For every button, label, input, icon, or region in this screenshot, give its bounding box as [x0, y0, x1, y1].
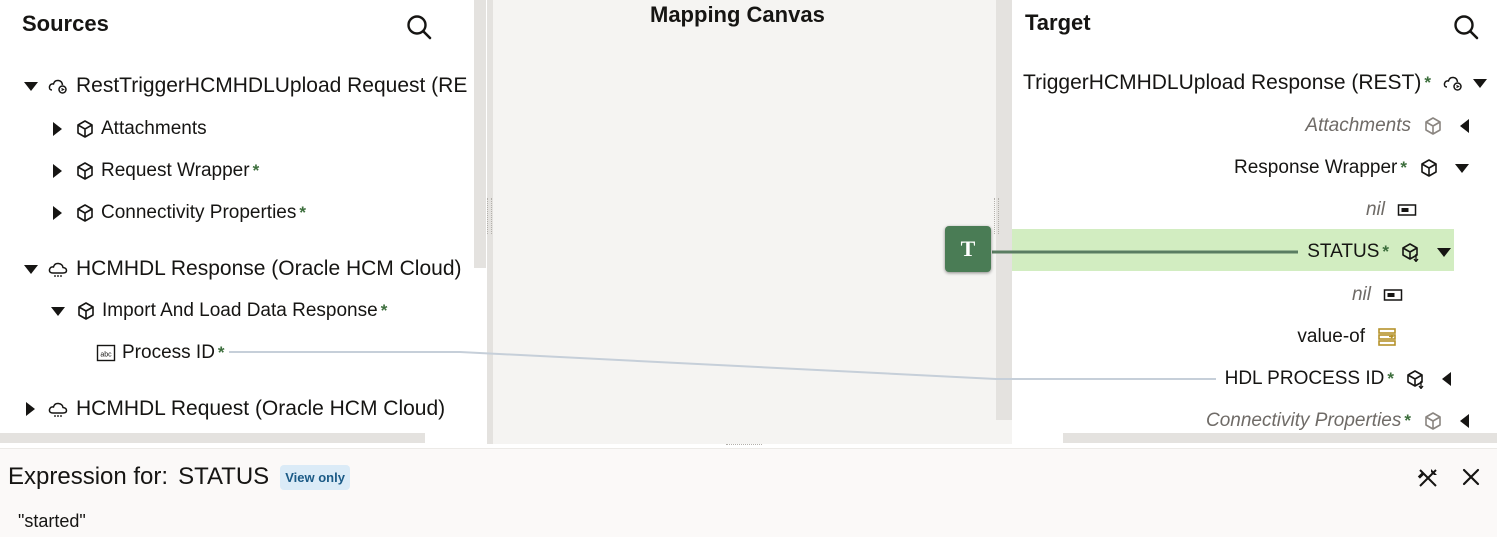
- mapping-lines: [229, 250, 1298, 380]
- view-only-badge: View only: [280, 464, 350, 490]
- expression-value: "started": [18, 511, 86, 531]
- expression-field: STATUS: [178, 463, 270, 490]
- tools-icon[interactable]: [1416, 466, 1440, 490]
- function-node-label: T: [960, 236, 976, 261]
- process-id-mapping-line: [229, 351, 1216, 380]
- function-node[interactable]: T: [945, 226, 991, 272]
- expression-header: Expression for: STATUS View only: [8, 463, 350, 491]
- close-icon[interactable]: [1462, 468, 1480, 486]
- expression-prefix: Expression for:: [8, 463, 169, 490]
- expression-panel: Expression for: STATUS View only "starte…: [0, 448, 1497, 537]
